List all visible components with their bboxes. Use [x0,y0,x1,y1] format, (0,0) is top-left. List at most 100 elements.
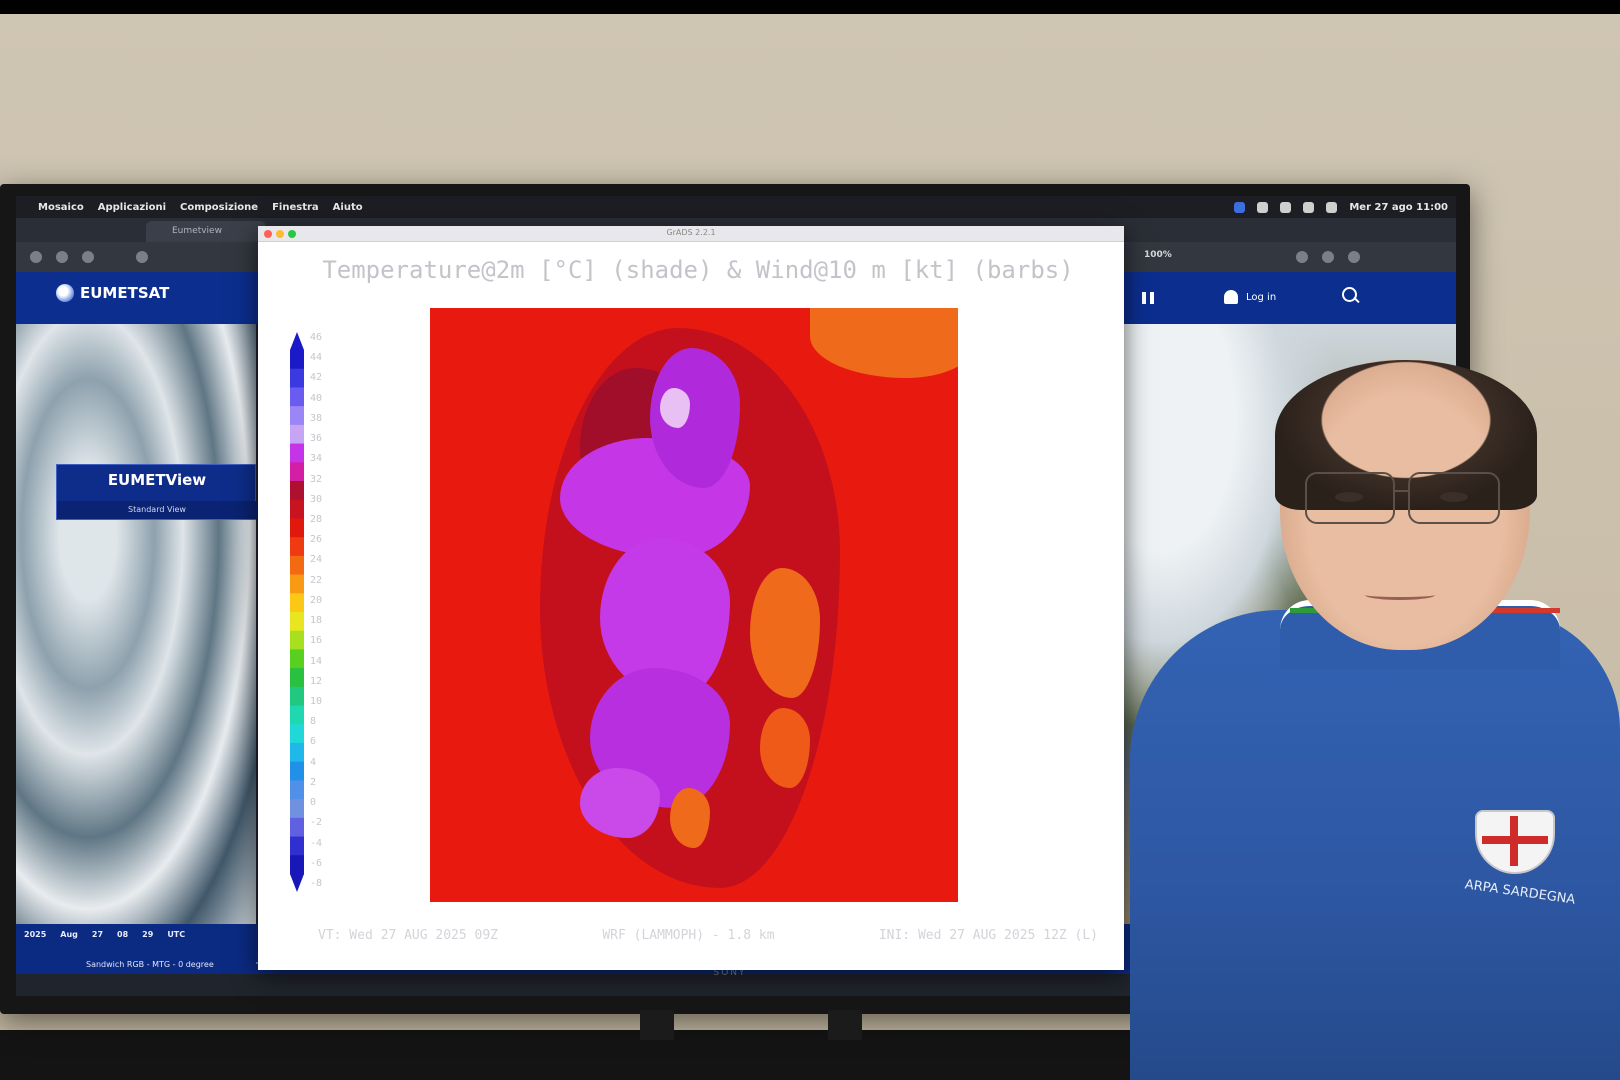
colorbar [288,332,306,892]
colorbar-bottom-arrow [290,874,304,892]
date-year[interactable]: 2025 [24,930,46,939]
eumetview-title: EUMETView [107,471,207,489]
colorbar-tick-label: 4 [310,756,317,768]
menu-item-mosaico[interactable]: Mosaico [38,202,84,213]
plot-window-title: GrADS 2.2.1 [666,228,716,237]
timeline-dates: 2025 Aug 27 08 29 UTC [24,930,185,939]
date-tz[interactable]: UTC [167,930,185,939]
user-icon [1224,290,1238,304]
glasses-lens [1305,472,1395,524]
colorbar-segment [290,649,304,669]
colorbar-segment [290,780,304,800]
menu-item-composizione[interactable]: Composizione [180,202,258,213]
colorbar-tick-label: 36 [310,433,323,445]
home-icon[interactable] [136,251,148,263]
colorbar-segment [290,424,304,445]
colorbar-segment [290,761,304,781]
colorbar-segment [290,817,304,838]
glasses-bridge [1393,490,1410,492]
colorbar-segment [290,574,304,594]
search-icon[interactable] [1341,286,1361,306]
colorbar-tick-label: -6 [310,857,323,869]
colorbar-segment [290,686,304,707]
colorbar-tick-label: 12 [310,675,323,687]
colorbar-labels: 46 44 42 40 38 36 34 32 30 28 26 24 22 20 18 16 14 12 10 8 6… [310,332,350,889]
colorbar-tick-label: 40 [310,392,323,404]
battery-icon[interactable] [1280,201,1292,213]
colorbar-tick-label: 22 [310,574,323,586]
screen-share-icon[interactable] [1234,201,1246,213]
plot-footer: VT: Wed 27 AUG 2025 09Z WRF (LAMMOPH) - … [318,928,1098,943]
menu-item-finestra[interactable]: Finestra [272,202,319,213]
colorbar-segment [290,368,304,388]
control-center-icon[interactable] [1326,201,1338,213]
colorbar-tick-label: 16 [310,635,323,647]
view-selector[interactable]: Standard View [57,501,257,519]
colorbar-tick-label: 32 [310,473,323,485]
reload-icon[interactable] [82,251,94,263]
menu-item-aiuto[interactable]: Aiuto [333,202,363,213]
colorbar-tick-label: 28 [310,514,323,525]
extensions-icon[interactable] [1322,251,1334,263]
macos-menubar: Mosaico Applicazioni Composizione Finest… [16,196,1456,218]
login-button[interactable]: Log in [1224,290,1276,304]
browser-tab[interactable]: Eumetview [146,221,266,242]
menubar-clock[interactable]: Mer 27 ago 11:00 [1349,202,1448,213]
zoom-level[interactable]: 100% [1144,250,1172,260]
colorbar-tick-label: 24 [310,554,323,566]
plot-window-titlebar[interactable]: GrADS 2.2.1 [258,226,1124,242]
back-icon[interactable] [30,251,42,263]
eumetview-panel[interactable]: EUMETView Standard View [56,464,257,520]
photo-scene: Mosaico Applicazioni Composizione Finest… [0,0,1620,1080]
colorbar-segment [290,630,304,650]
menu-item-applicazioni[interactable]: Applicazioni [98,202,166,213]
eumetsat-logo[interactable]: EUMETSAT [56,284,169,302]
colorbar-graphic [290,332,304,892]
share-icon[interactable] [1348,251,1360,263]
grid-icon[interactable] [1142,292,1154,304]
colorbar-tick-label: 0 [310,797,317,809]
monitor-stand-leg [828,1010,862,1040]
colorbar-tick-label: -4 [310,837,323,849]
colorbar-segment [290,836,304,856]
colorbar-tick-label: 38 [310,412,323,424]
colorbar-tick-label: 30 [310,493,323,505]
colorbar-segment [290,855,304,875]
colorbar-tick-label: 18 [310,615,323,627]
forward-icon[interactable] [56,251,68,263]
colorbar-tick-label: 8 [310,716,317,728]
colorbar-segment [290,518,304,538]
monitor-stand-leg [640,1010,674,1040]
date-day[interactable]: 27 [92,930,103,939]
colorbar-segment [290,499,304,519]
footer-valid-time: VT: Wed 27 AUG 2025 09Z [318,928,499,943]
colorbar-tick-label: 20 [310,594,323,606]
colorbar-segment [290,387,304,407]
glasses-lens [1408,472,1500,524]
wifi-icon[interactable] [1257,201,1269,213]
date-hour[interactable]: 08 [117,930,128,939]
colorbar-tick-label: 42 [310,372,323,384]
download-icon[interactable] [1296,251,1308,263]
footer-init-time: INI: Wed 27 AUG 2025 12Z (L) [878,928,1098,943]
colorbar-tick-label: 10 [310,696,323,707]
date-month[interactable]: Aug [60,930,78,939]
map-cool-area [580,768,660,838]
footer-model: WRF (LAMMOPH) - 1.8 km [602,928,775,943]
colorbar-tick-label: -2 [310,817,323,829]
colorbar-segment [290,593,304,613]
colorbar-segment [290,724,304,744]
colorbar-segment [290,462,304,482]
eumetsat-logo-text: EUMETSAT [80,284,170,302]
colorbar-tick-label: 44 [310,352,323,364]
map-warm-area [810,308,958,378]
layer-label: Sandwich RGB - MTG - 0 degree [86,960,214,969]
plot-window[interactable]: GrADS 2.2.1 Temperature@2m [°C] (shade) … [258,226,1124,970]
colorbar-segment [290,705,304,725]
satellite-image-left: EUMETView Standard View [16,324,257,924]
colorbar-segment [290,481,304,501]
login-label: Log in [1246,291,1277,303]
date-minute[interactable]: 29 [142,930,153,939]
colorbar-segment [290,743,304,763]
search-icon[interactable] [1303,201,1315,213]
